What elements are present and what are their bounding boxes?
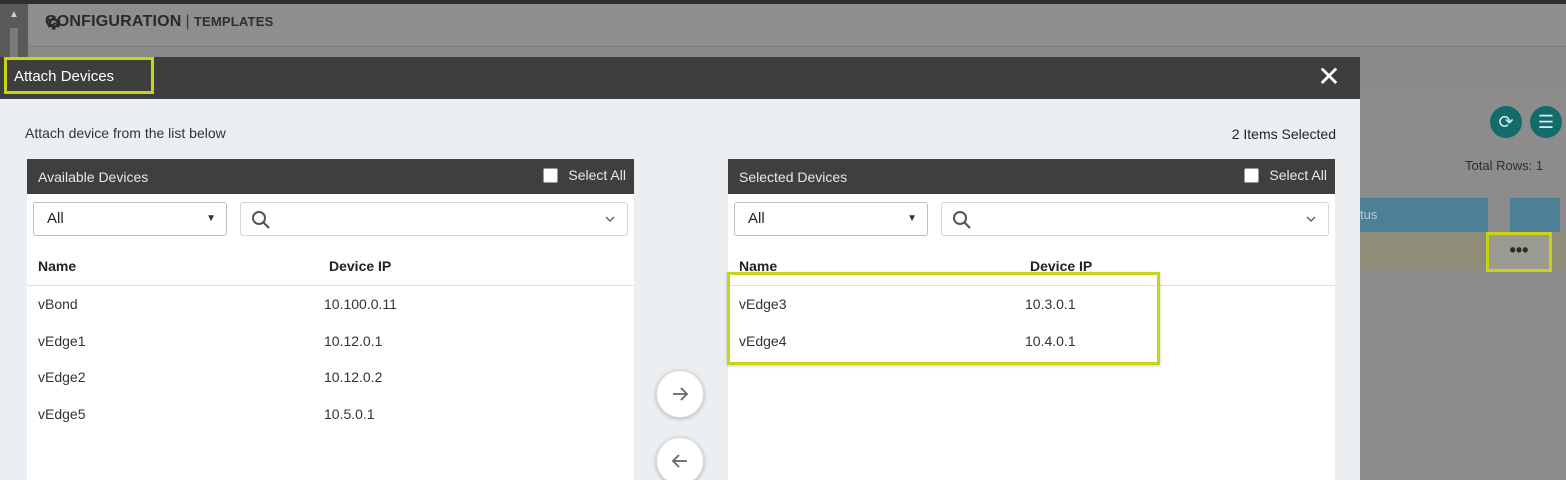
list-item[interactable]: vEdge1 10.12.0.1	[27, 323, 634, 360]
column-device-ip[interactable]: Device IP	[329, 258, 391, 274]
column-status-label: tus	[1360, 207, 1378, 222]
select-all-label: Select All	[568, 167, 626, 183]
available-search-box[interactable]	[240, 202, 628, 236]
device-name: vEdge4	[739, 332, 787, 349]
filter-value: All	[47, 210, 64, 227]
available-select-all[interactable]: Select All	[543, 167, 626, 183]
device-ip: 10.12.0.2	[324, 369, 383, 385]
modal-title: Attach Devices	[4, 57, 154, 94]
available-column-headers: Name Device IP	[27, 249, 634, 286]
device-name: vEdge3	[739, 296, 787, 312]
total-rows: Total Rows: 1	[1465, 158, 1544, 173]
list-item[interactable]: vEdge4 10.4.0.1	[728, 323, 1335, 360]
selected-devices-panel: Selected Devices Select All All ▼ Name D…	[728, 159, 1335, 480]
arrow-right-icon	[673, 387, 689, 401]
selected-search-input[interactable]	[982, 207, 1292, 233]
filter-value: All	[748, 210, 765, 227]
column-device-ip[interactable]: Device IP	[1030, 258, 1092, 274]
search-icon	[252, 211, 270, 229]
select-all-label: Select All	[1269, 167, 1327, 183]
available-filter-row: All ▼	[33, 202, 628, 238]
modal-header: Attach Devices ✕	[0, 57, 1360, 99]
available-panel-title: Available Devices	[38, 169, 149, 185]
selected-panel-header: Selected Devices Select All	[728, 159, 1335, 194]
table-column-actions	[1510, 198, 1560, 232]
select-all-checkbox[interactable]	[1244, 167, 1260, 183]
arrow-left-icon	[671, 454, 687, 468]
table-column-status[interactable]: tus	[1360, 198, 1488, 232]
list-item[interactable]: vEdge5 10.5.0.1	[27, 396, 634, 433]
page-title-main: CONFIGURATION	[45, 13, 182, 30]
device-ip: 10.4.0.1	[1025, 332, 1076, 349]
menu-icon[interactable]: ☰	[1530, 106, 1562, 138]
scroll-up-icon[interactable]: ▲	[6, 8, 22, 22]
device-name: vEdge5	[38, 405, 86, 422]
available-devices-panel: Available Devices Select All All ▼ Name …	[27, 159, 634, 480]
device-ip: 10.100.0.11	[324, 296, 397, 312]
chevron-down-icon[interactable]	[1304, 212, 1318, 226]
list-item[interactable]: vEdge3 10.3.0.1	[728, 286, 1335, 323]
device-ip: 10.5.0.1	[324, 405, 375, 422]
selected-filter-row: All ▼	[734, 202, 1329, 238]
device-ip: 10.3.0.1	[1025, 296, 1076, 312]
page-title-sub: TEMPLATES	[193, 14, 274, 29]
page-title: CONFIGURATION | TEMPLATES	[45, 13, 273, 31]
chevron-down-icon[interactable]	[603, 212, 617, 226]
items-selected-count: 2 Items Selected	[1231, 126, 1336, 142]
available-filter-dropdown[interactable]: All ▼	[33, 202, 227, 236]
column-name[interactable]: Name	[38, 258, 76, 274]
selected-panel-title: Selected Devices	[739, 169, 848, 185]
device-name: vEdge1	[38, 332, 86, 349]
move-left-button[interactable]	[656, 437, 704, 480]
available-device-list: vBond 10.100.0.11 vEdge1 10.12.0.1 vEdge…	[27, 286, 634, 432]
available-panel-header: Available Devices Select All	[27, 159, 634, 194]
selected-filter-dropdown[interactable]: All ▼	[734, 202, 928, 236]
close-icon[interactable]: ✕	[1314, 63, 1344, 93]
list-item[interactable]: vEdge2 10.12.0.2	[27, 359, 634, 396]
title-separator: |	[185, 13, 190, 30]
list-item[interactable]: vBond 10.100.0.11	[27, 286, 634, 323]
instruction-text: Attach device from the list below	[25, 125, 226, 141]
device-name: vBond	[38, 296, 78, 312]
caret-down-icon: ▼	[206, 213, 216, 224]
select-all-checkbox[interactable]	[543, 167, 559, 183]
selected-device-list: vEdge3 10.3.0.1 vEdge4 10.4.0.1	[728, 286, 1335, 359]
column-name[interactable]: Name	[739, 258, 777, 274]
selected-select-all[interactable]: Select All	[1244, 167, 1327, 183]
available-search-input[interactable]	[281, 207, 591, 233]
device-name: vEdge2	[38, 369, 86, 385]
refresh-icon[interactable]: ⟳	[1490, 106, 1522, 138]
attach-devices-modal: Attach Devices ✕ Attach device from the …	[0, 57, 1360, 480]
move-right-button[interactable]	[656, 370, 704, 418]
search-icon	[953, 211, 971, 229]
caret-down-icon: ▼	[907, 213, 917, 224]
selected-search-box[interactable]	[941, 202, 1329, 236]
more-actions-button[interactable]: •••	[1486, 232, 1552, 272]
device-ip: 10.12.0.1	[324, 332, 383, 349]
selected-column-headers: Name Device IP	[728, 249, 1335, 286]
